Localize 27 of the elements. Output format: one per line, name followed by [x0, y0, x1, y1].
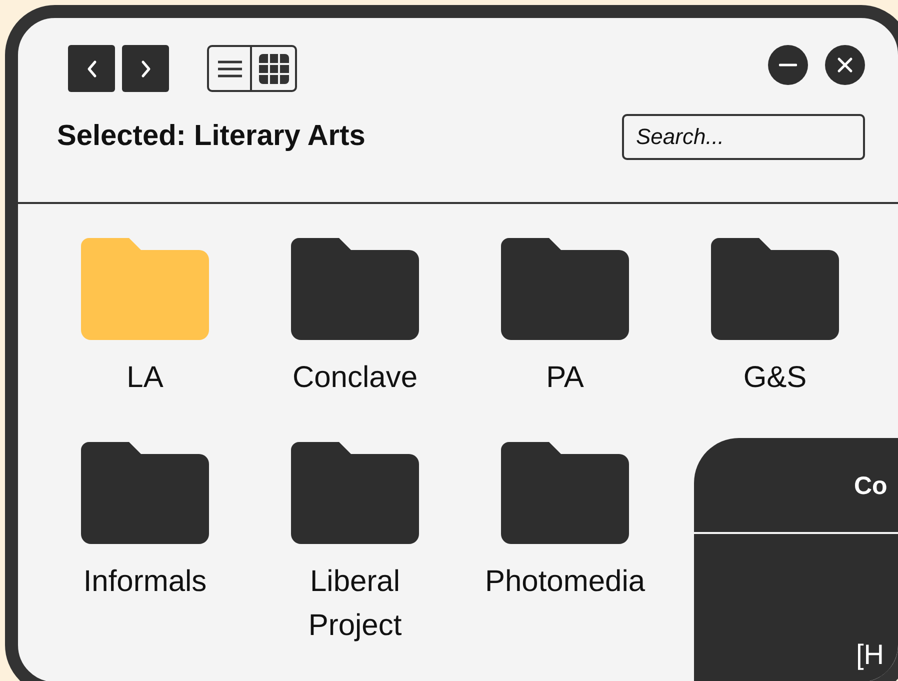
panel-title: Co: [854, 472, 888, 500]
minimize-button[interactable]: [768, 45, 808, 85]
folder-label: Informals: [82, 564, 208, 600]
folder-label: Conclave: [291, 360, 419, 396]
folder-label: G&S: [742, 360, 808, 396]
forward-button[interactable]: [122, 45, 169, 92]
folder-label: LA: [126, 360, 164, 396]
folder-label: Photomedia: [484, 564, 646, 600]
minus-icon: [779, 63, 797, 67]
folder-label: Liberal Project: [307, 564, 403, 644]
back-button[interactable]: [68, 45, 115, 92]
folder-icon[interactable]: [501, 442, 629, 544]
chevron-right-icon: [140, 60, 152, 78]
window-title: Selected: Literary Arts: [57, 119, 366, 154]
close-button[interactable]: [825, 45, 865, 85]
folder-icon[interactable]: [501, 238, 629, 340]
folder-icon[interactable]: [711, 238, 839, 340]
folder-icon[interactable]: [291, 238, 419, 340]
folder-icon[interactable]: [81, 442, 209, 544]
chevron-left-icon: [86, 60, 98, 78]
folder-label: PA: [545, 360, 585, 396]
grid-icon: [258, 52, 290, 84]
panel-text: [H: [856, 639, 884, 670]
close-icon: [837, 57, 853, 73]
list-icon: [216, 58, 242, 78]
folder-icon[interactable]: [291, 442, 419, 544]
search-field[interactable]: Search...: [622, 114, 865, 160]
